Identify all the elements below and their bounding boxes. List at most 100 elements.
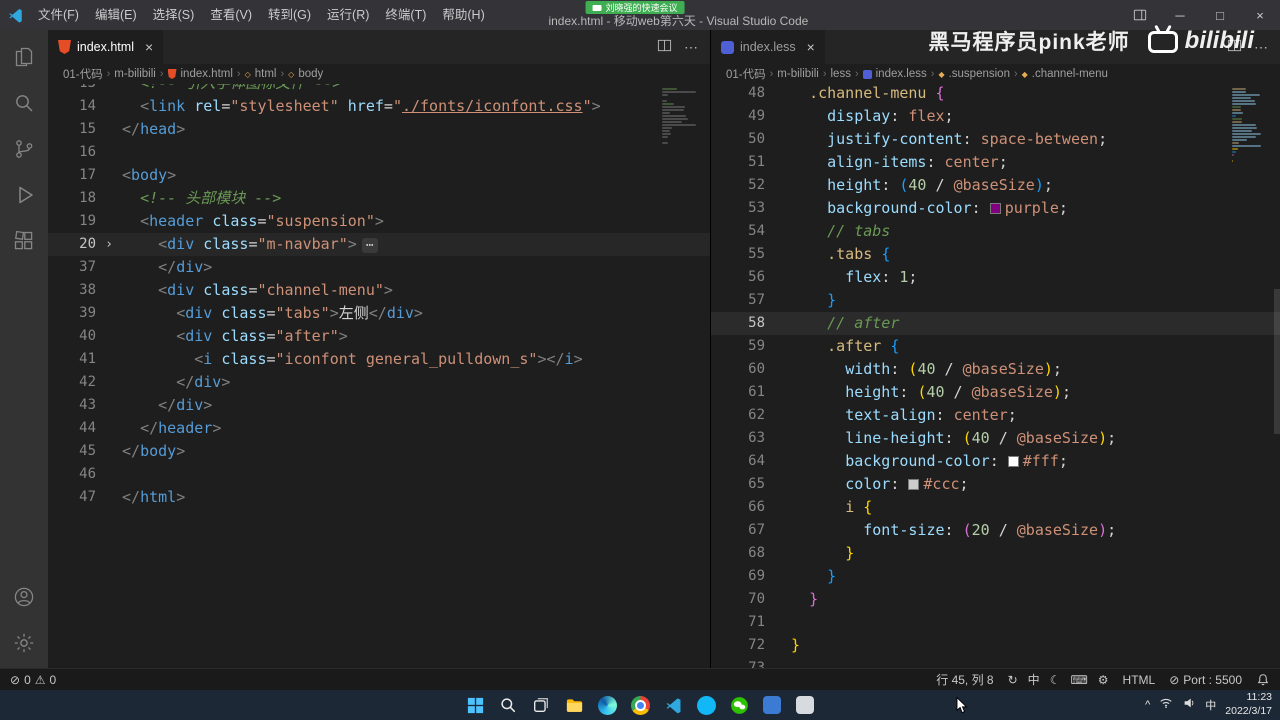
minimap[interactable]	[662, 88, 700, 145]
code-line[interactable]: 55 .tabs {	[711, 243, 1280, 266]
fold-chevron-icon[interactable]: ›	[96, 233, 122, 256]
menu-item[interactable]: 终端(T)	[377, 0, 434, 30]
code-line[interactable]: 39 <div class="tabs">左侧</div>	[48, 302, 710, 325]
code-line[interactable]: 16	[48, 141, 710, 164]
menu-item[interactable]: 选择(S)	[145, 0, 203, 30]
minimap[interactable]	[1232, 88, 1270, 166]
code-line[interactable]: 47 </html>	[48, 486, 710, 509]
vscode-logo-icon[interactable]	[0, 7, 30, 24]
live-server-port[interactable]: ⊘ Port : 5500	[1169, 673, 1242, 687]
extensions-icon[interactable]	[0, 218, 48, 264]
app-blue-taskbar-icon[interactable]	[760, 693, 784, 717]
code-line[interactable]: 59 .after {	[711, 335, 1280, 358]
problems-indicator[interactable]: ⊘ 0 ⚠ 0	[10, 673, 56, 687]
code-line[interactable]: 42 </div>	[48, 371, 710, 394]
breadcrumb-item[interactable]: ◆ .suspension	[938, 68, 1010, 80]
menu-item[interactable]: 查看(V)	[202, 0, 260, 30]
code-line[interactable]: 13 <!-- 引入字体图标文件 -->	[48, 84, 710, 95]
search-icon[interactable]	[0, 80, 48, 126]
code-line[interactable]: 38 <div class="channel-menu">	[48, 279, 710, 302]
split-editor-icon[interactable]	[657, 38, 672, 56]
code-line[interactable]: 52 height: (40 / @baseSize);	[711, 174, 1280, 197]
code-line[interactable]: 60 width: (40 / @baseSize);	[711, 358, 1280, 381]
clock[interactable]: 11:23 2022/3/17	[1225, 691, 1272, 718]
code-line[interactable]: 37 </div>	[48, 256, 710, 279]
code-line[interactable]: 67 font-size: (20 / @baseSize);	[711, 519, 1280, 542]
code-line[interactable]: 70 }	[711, 588, 1280, 611]
breadcrumb-item[interactable]: m-bilibili	[114, 68, 156, 80]
breadcrumb-item[interactable]: ◇ html	[245, 68, 277, 80]
breadcrumb-item[interactable]: ◇ body	[288, 68, 323, 80]
menu-item[interactable]: 文件(F)	[30, 0, 87, 30]
breadcrumb-item[interactable]: 01-代码	[63, 66, 103, 82]
code-line[interactable]: 40 <div class="after">	[48, 325, 710, 348]
code-line[interactable]: 50 justify-content: space-between;	[711, 128, 1280, 151]
code-line[interactable]: 58 // after	[711, 312, 1280, 335]
explorer-icon[interactable]	[0, 34, 48, 80]
notifications-bell-icon[interactable]	[1256, 673, 1270, 687]
code-line[interactable]: 57 }	[711, 289, 1280, 312]
code-line[interactable]: 71	[711, 611, 1280, 634]
moon-icon[interactable]: ☾	[1050, 673, 1061, 687]
start-taskbar-icon[interactable]	[463, 693, 487, 717]
keyboard-icon[interactable]: ⌨	[1070, 673, 1087, 687]
language-mode[interactable]: HTML	[1123, 673, 1156, 687]
code-line[interactable]: 43 </div>	[48, 394, 710, 417]
wechat-taskbar-icon[interactable]	[727, 693, 751, 717]
menu-item[interactable]: 运行(R)	[319, 0, 377, 30]
menu-item[interactable]: 帮助(H)	[434, 0, 492, 30]
chrome-taskbar-icon[interactable]	[628, 693, 652, 717]
file-explorer-taskbar-icon[interactable]	[562, 693, 586, 717]
ime-chinese-icon[interactable]: 中	[1028, 671, 1040, 688]
code-line[interactable]: 41 <i class="iconfont general_pulldown_s…	[48, 348, 710, 371]
code-line[interactable]: 54 // tabs	[711, 220, 1280, 243]
settings-icon[interactable]	[0, 620, 48, 666]
code-line[interactable]: 46	[48, 463, 710, 486]
tab-index-html[interactable]: index.html ×	[48, 30, 165, 64]
task-view-taskbar-icon[interactable]	[529, 693, 553, 717]
code-line[interactable]: 17 <body>	[48, 164, 710, 187]
code-line[interactable]: 51 align-items: center;	[711, 151, 1280, 174]
breadcrumb-item[interactable]: ◆ .channel-menu	[1022, 68, 1108, 80]
sync-icon[interactable]: ↻	[1008, 673, 1018, 687]
close-tab-icon[interactable]: ×	[145, 39, 153, 55]
breadcrumb-item[interactable]: index.html	[167, 68, 233, 80]
breadcrumb-item[interactable]: less	[831, 68, 851, 80]
code-line[interactable]: 18 <!-- 头部模块 -->	[48, 187, 710, 210]
meeting-notification-badge[interactable]: 刘晓强的快速会议	[585, 1, 685, 14]
breadcrumb-item[interactable]: 01-代码	[726, 66, 766, 82]
vscode-taskbar-icon[interactable]	[661, 693, 685, 717]
code-line[interactable]: 53 background-color: purple;	[711, 197, 1280, 220]
app-gray-taskbar-icon[interactable]	[793, 693, 817, 717]
code-line[interactable]: 68 }	[711, 542, 1280, 565]
code-line[interactable]: 56 flex: 1;	[711, 266, 1280, 289]
code-line[interactable]: 20 › <div class="m-navbar"> ⋯	[48, 233, 710, 256]
code-line[interactable]: 45 </body>	[48, 440, 710, 463]
code-line[interactable]: 14 <link rel="stylesheet" href="./fonts/…	[48, 95, 710, 118]
source-control-icon[interactable]	[0, 126, 48, 172]
more-actions-icon[interactable]: ⋯	[1254, 39, 1268, 56]
code-line[interactable]: 44 </header>	[48, 417, 710, 440]
wifi-icon[interactable]	[1159, 696, 1173, 715]
scrollbar-thumb[interactable]	[1274, 289, 1280, 434]
search-taskbar-icon[interactable]	[496, 693, 520, 717]
code-line[interactable]: 15 </head>	[48, 118, 710, 141]
code-line[interactable]: 62 text-align: center;	[711, 404, 1280, 427]
menu-item[interactable]: 转到(G)	[260, 0, 319, 30]
run-debug-icon[interactable]	[0, 172, 48, 218]
close-tab-icon[interactable]: ×	[807, 39, 815, 55]
code-line[interactable]: 73	[711, 657, 1280, 668]
code-editor-less[interactable]: 48 .channel-menu {49 display: flex; 50 ju…	[711, 84, 1280, 668]
more-actions-icon[interactable]: ⋯	[684, 39, 698, 56]
code-line[interactable]: 49 display: flex;	[711, 105, 1280, 128]
ime-indicator[interactable]: 中	[1205, 697, 1216, 713]
code-editor-html[interactable]: 13 <!-- 引入字体图标文件 -->14 <link rel="styles…	[48, 84, 710, 668]
code-line[interactable]: 61 height: (40 / @baseSize);	[711, 381, 1280, 404]
code-line[interactable]: 69 }	[711, 565, 1280, 588]
cursor-position[interactable]: 行 45, 列 8	[936, 671, 993, 688]
menu-item[interactable]: 编辑(E)	[87, 0, 145, 30]
code-line[interactable]: 72}	[711, 634, 1280, 657]
edge-taskbar-icon[interactable]	[595, 693, 619, 717]
qq-taskbar-icon[interactable]	[694, 693, 718, 717]
tab-index-less[interactable]: index.less ×	[711, 30, 826, 64]
